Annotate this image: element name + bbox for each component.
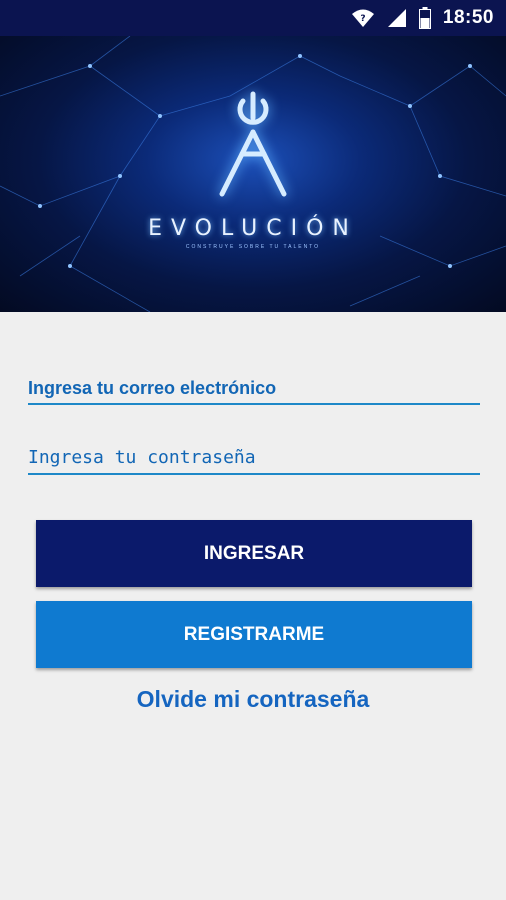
- password-placeholder: Ingresa tu contraseña: [28, 447, 256, 468]
- register-button[interactable]: REGISTRARME: [36, 601, 472, 668]
- status-bar: ? 18:50: [0, 0, 506, 36]
- forgot-password-link[interactable]: Olvide mi contraseña: [0, 686, 506, 713]
- status-time: 18:50: [442, 7, 494, 28]
- email-field[interactable]: Ingresa tu correo electrónico: [28, 375, 480, 405]
- login-button[interactable]: INGRESAR: [36, 520, 472, 587]
- wifi-icon: ?: [351, 8, 375, 28]
- hero-banner: EVOLUCIÓN CONSTRUYE SOBRE TU TALENTO: [0, 36, 506, 312]
- battery-icon: [418, 7, 431, 29]
- email-placeholder: Ingresa tu correo electrónico: [28, 378, 277, 398]
- evolucion-logo: [219, 91, 287, 197]
- network-background: [0, 36, 506, 312]
- brand-name: EVOLUCIÓN: [148, 216, 358, 241]
- signal-icon: [387, 8, 407, 28]
- password-field[interactable]: Ingresa tu contraseña: [28, 445, 480, 475]
- svg-text:?: ?: [360, 14, 365, 24]
- brand-tagline: CONSTRUYE SOBRE TU TALENTO: [185, 244, 321, 250]
